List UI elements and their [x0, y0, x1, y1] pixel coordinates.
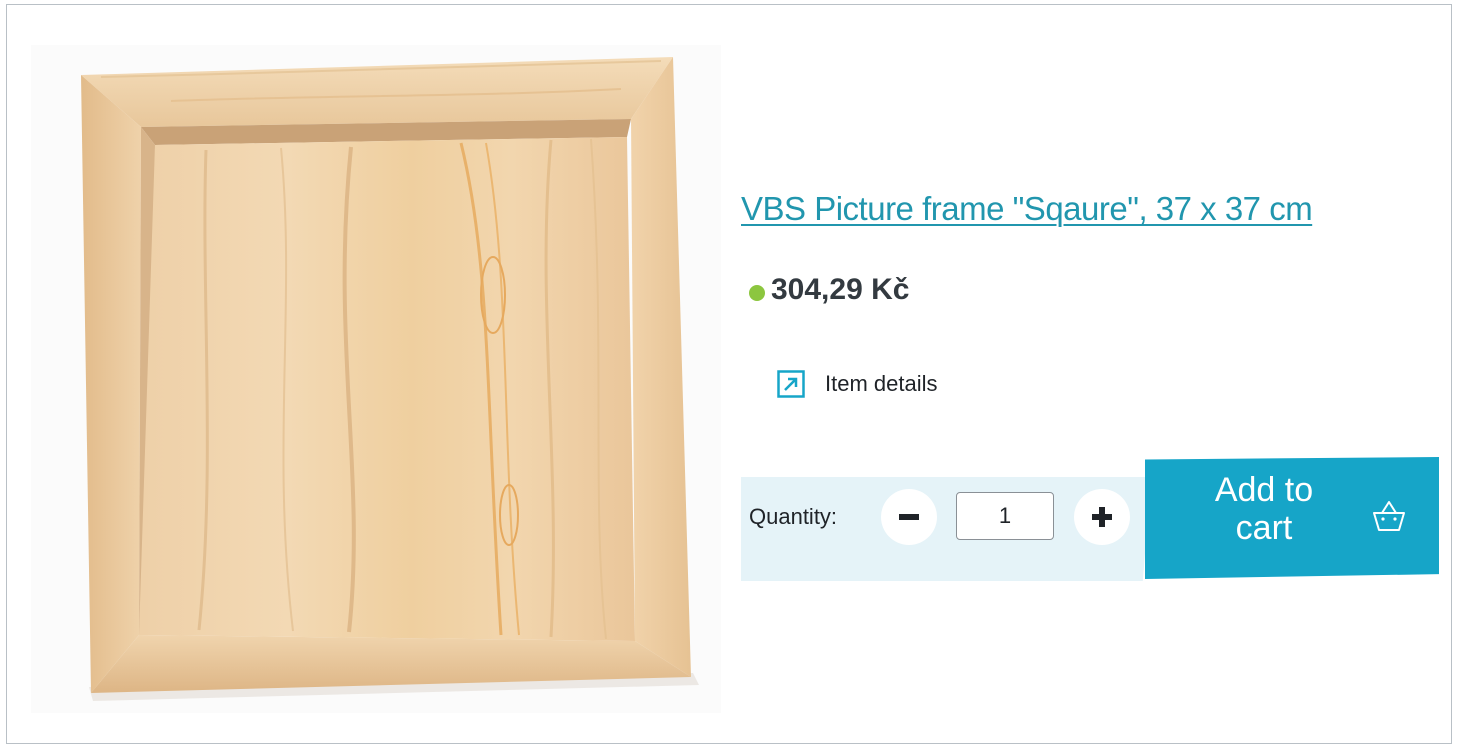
picture-frame-image — [81, 57, 699, 701]
quantity-increment-button[interactable] — [1074, 489, 1130, 545]
product-price: 304,29 Kč — [771, 273, 910, 306]
product-card: VBS Picture frame "Sqaure", 37 x 37 cm 3… — [6, 4, 1452, 744]
quantity-input[interactable] — [956, 492, 1054, 540]
add-to-cart-button[interactable]: Add to cart — [1145, 457, 1439, 579]
external-link-icon — [777, 370, 805, 398]
quantity-decrement-button[interactable] — [881, 489, 937, 545]
quantity-label: Quantity: — [749, 504, 838, 529]
price-row: 304,29 Kč — [749, 273, 909, 307]
product-image[interactable] — [31, 45, 721, 713]
minus-icon — [899, 514, 919, 520]
item-details-label: Item details — [825, 371, 938, 396]
basket-icon — [1373, 501, 1405, 531]
product-title-link[interactable]: VBS Picture frame "Sqaure", 37 x 37 cm — [741, 190, 1313, 228]
stock-status-dot-icon — [749, 285, 765, 301]
add-to-cart-label: Add to cart — [1214, 471, 1314, 547]
item-details-link[interactable]: Item details — [777, 370, 938, 398]
product-info: VBS Picture frame "Sqaure", 37 x 37 cm 3… — [741, 5, 1441, 740]
plus-icon — [1092, 507, 1112, 527]
